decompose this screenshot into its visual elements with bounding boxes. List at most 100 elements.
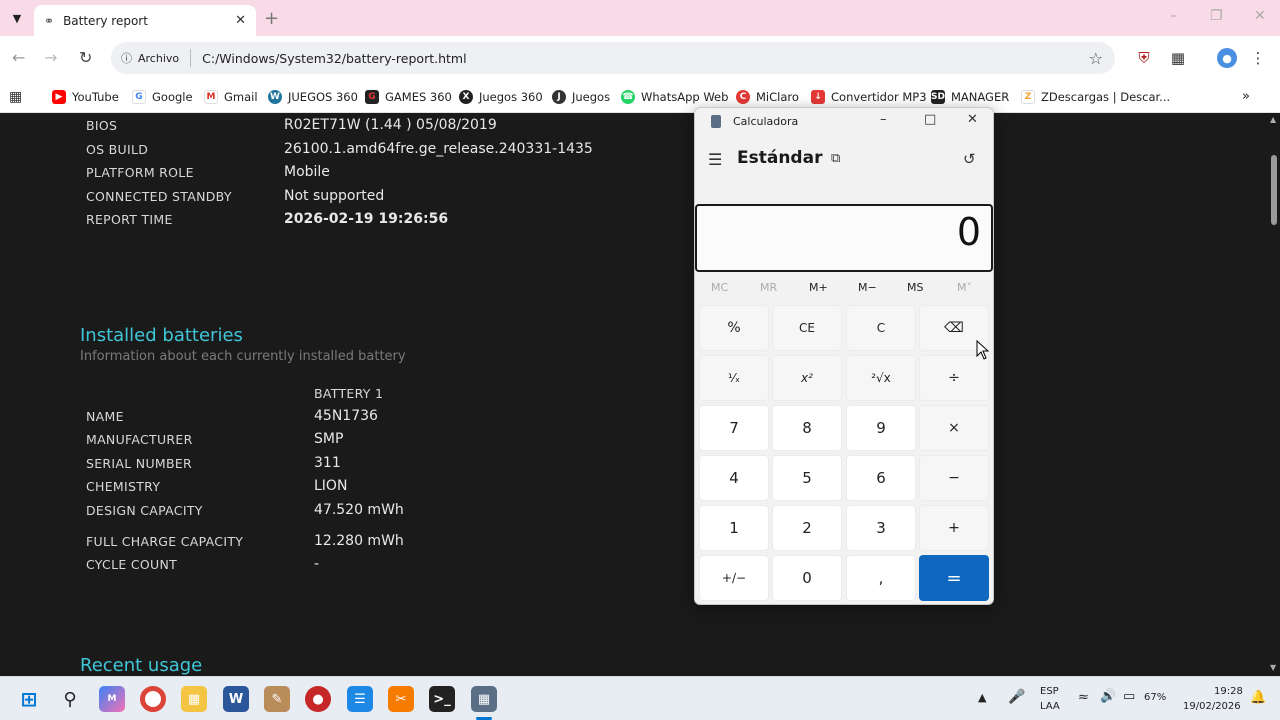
battery-icon[interactable]: ▭ (1123, 689, 1135, 704)
clock-date[interactable]: 19/02/2026 (1183, 701, 1241, 712)
address-bar[interactable]: ⓘ Archivo C:/Windows/System32/battery-re… (111, 42, 1115, 74)
extensions-puzzle-icon[interactable]: ▦ (1168, 48, 1188, 68)
bookmark-manager[interactable]: SD MANAGER (931, 88, 1009, 105)
bookmark-juegos[interactable]: J Juegos (552, 88, 610, 105)
scroll-up-icon[interactable]: ▲ (1270, 115, 1276, 124)
minimize-window-button[interactable]: – (1170, 8, 1177, 24)
equals-button[interactable]: = (919, 555, 989, 601)
digit-6-button[interactable]: 6 (846, 455, 916, 501)
volume-icon[interactable]: 🔊 (1100, 689, 1116, 704)
menu-kebab-icon[interactable]: ⋮ (1248, 48, 1268, 68)
wifi-icon[interactable]: ≈ (1078, 690, 1089, 705)
input-language[interactable]: ESP (1040, 686, 1059, 697)
keep-on-top-icon[interactable]: ⧉ (831, 151, 840, 166)
reciprocal-button[interactable]: ¹⁄ₓ (699, 355, 769, 401)
subtract-button[interactable]: − (919, 455, 989, 501)
calc-maximize-button[interactable]: □ (924, 112, 936, 127)
bookmark-games-360[interactable]: G GAMES 360 (365, 88, 452, 105)
word-icon[interactable]: W (223, 686, 249, 712)
clock-time[interactable]: 19:28 (1214, 686, 1243, 697)
bookmark-miclaro[interactable]: C MiClaro (736, 88, 799, 105)
bookmark-juegos-360[interactable]: W JUEGOS 360 (268, 88, 358, 105)
negate-button[interactable]: +/− (699, 555, 769, 601)
clear-button[interactable]: C (846, 305, 916, 351)
memory-subtract-button[interactable]: M− (858, 281, 877, 294)
search-icon[interactable]: ⚲ (57, 686, 83, 712)
back-button[interactable]: ← (12, 48, 25, 67)
reload-button[interactable]: ↻ (79, 48, 92, 67)
info-icon[interactable]: ⓘ (121, 50, 132, 66)
calc-minimize-button[interactable]: – (880, 112, 887, 127)
memory-clear-button[interactable]: MC (711, 281, 728, 294)
cycle-count-value: - (314, 556, 320, 572)
connected-standby-label: CONNECTED STANDBY (86, 189, 232, 204)
memory-recall-button[interactable]: MR (760, 281, 777, 294)
bookmark-gmail[interactable]: M Gmail (204, 88, 258, 105)
multiply-button[interactable]: × (919, 405, 989, 451)
digit-9-button[interactable]: 9 (846, 405, 916, 451)
new-tab-button[interactable]: + (264, 8, 279, 29)
windows-start-icon[interactable]: ⊞ (16, 686, 42, 712)
url-text[interactable]: C:/Windows/System32/battery-report.html (202, 51, 466, 66)
battery-report-page: BIOS R02ET71W (1.44 ) 05/08/2019 OS BUIL… (0, 113, 1268, 676)
square-button[interactable]: x² (772, 355, 842, 401)
tab-battery-report[interactable]: ⚭ Battery report ✕ (34, 5, 256, 36)
square-root-button[interactable]: ²√x (846, 355, 916, 401)
bookmark-convertidor[interactable]: ↓ Convertidor MP3 (811, 88, 927, 105)
copilot-icon[interactable]: M (99, 686, 125, 712)
clear-entry-button[interactable]: CE (772, 305, 842, 351)
more-bookmarks-chevron-icon[interactable]: » (1242, 88, 1250, 105)
file-explorer-icon[interactable]: ▦ (181, 686, 207, 712)
bookmark-youtube[interactable]: ▶ YouTube (52, 88, 119, 105)
digit-8-button[interactable]: 8 (772, 405, 842, 451)
scrollbar-thumb[interactable] (1271, 155, 1277, 225)
whatsapp-icon: ☎ (621, 89, 635, 104)
notification-bell-icon[interactable]: 🔔 (1250, 690, 1266, 705)
terminal-icon[interactable]: >_ (429, 686, 455, 712)
tab-title: Battery report (63, 13, 148, 28)
digit-4-button[interactable]: 4 (699, 455, 769, 501)
restore-window-button[interactable]: ❐ (1210, 8, 1223, 24)
apps-grid-icon[interactable]: ▦ (9, 88, 22, 105)
digit-0-button[interactable]: 0 (772, 555, 842, 601)
calculator-taskbar-icon[interactable]: ▦ (471, 686, 497, 712)
bookmark-zdescargas[interactable]: Z ZDescargas | Descar... (1021, 88, 1170, 105)
notepad-icon[interactable]: ☰ (347, 686, 373, 712)
microphone-icon[interactable]: 🎤 (1008, 689, 1025, 705)
bookmark-whatsapp[interactable]: ☎ WhatsApp Web (621, 88, 728, 105)
divide-button[interactable]: ÷ (919, 355, 989, 401)
digit-5-button[interactable]: 5 (772, 455, 842, 501)
bookmark-juegos-360-b[interactable]: X Juegos 360 (459, 88, 543, 105)
history-icon[interactable]: ↺ (963, 150, 976, 168)
add-button[interactable]: + (919, 505, 989, 551)
paint-icon[interactable]: ✎ (264, 686, 290, 712)
hamburger-menu-icon[interactable]: ☰ (708, 150, 722, 169)
forward-button[interactable]: → (44, 48, 57, 67)
digit-2-button[interactable]: 2 (772, 505, 842, 551)
percent-button[interactable]: % (699, 305, 769, 351)
star-icon[interactable]: ☆ (1089, 49, 1103, 68)
memory-list-button[interactable]: M˅ (957, 281, 972, 294)
calc-close-button[interactable]: ✕ (967, 112, 978, 127)
keyboard-layout[interactable]: LAA (1040, 701, 1060, 712)
decimal-button[interactable]: , (846, 555, 916, 601)
recorder-icon[interactable]: ● (305, 686, 331, 712)
platform-role-value: Mobile (284, 164, 330, 180)
memory-add-button[interactable]: M+ (809, 281, 828, 294)
tray-overflow-chevron-icon[interactable]: ▲ (978, 691, 986, 704)
memory-store-button[interactable]: MS (907, 281, 923, 294)
snipping-tool-icon[interactable]: ✂ (388, 686, 414, 712)
close-tab-icon[interactable]: ✕ (235, 13, 246, 28)
digit-3-button[interactable]: 3 (846, 505, 916, 551)
close-window-button[interactable]: ✕ (1254, 8, 1266, 24)
digit-1-button[interactable]: 1 (699, 505, 769, 551)
profile-avatar[interactable]: ● (1217, 48, 1237, 68)
shield-extension-icon[interactable]: ⛨ (1134, 48, 1154, 68)
digit-7-button[interactable]: 7 (699, 405, 769, 451)
chrome-icon[interactable] (140, 686, 166, 712)
tab-search-button[interactable]: ▼ (6, 7, 28, 29)
scroll-down-icon[interactable]: ▼ (1270, 663, 1276, 672)
bookmark-google[interactable]: G Google (132, 88, 193, 105)
page-scrollbar[interactable]: ▲ ▼ (1268, 113, 1280, 676)
manufacturer-value: SMP (314, 431, 344, 447)
